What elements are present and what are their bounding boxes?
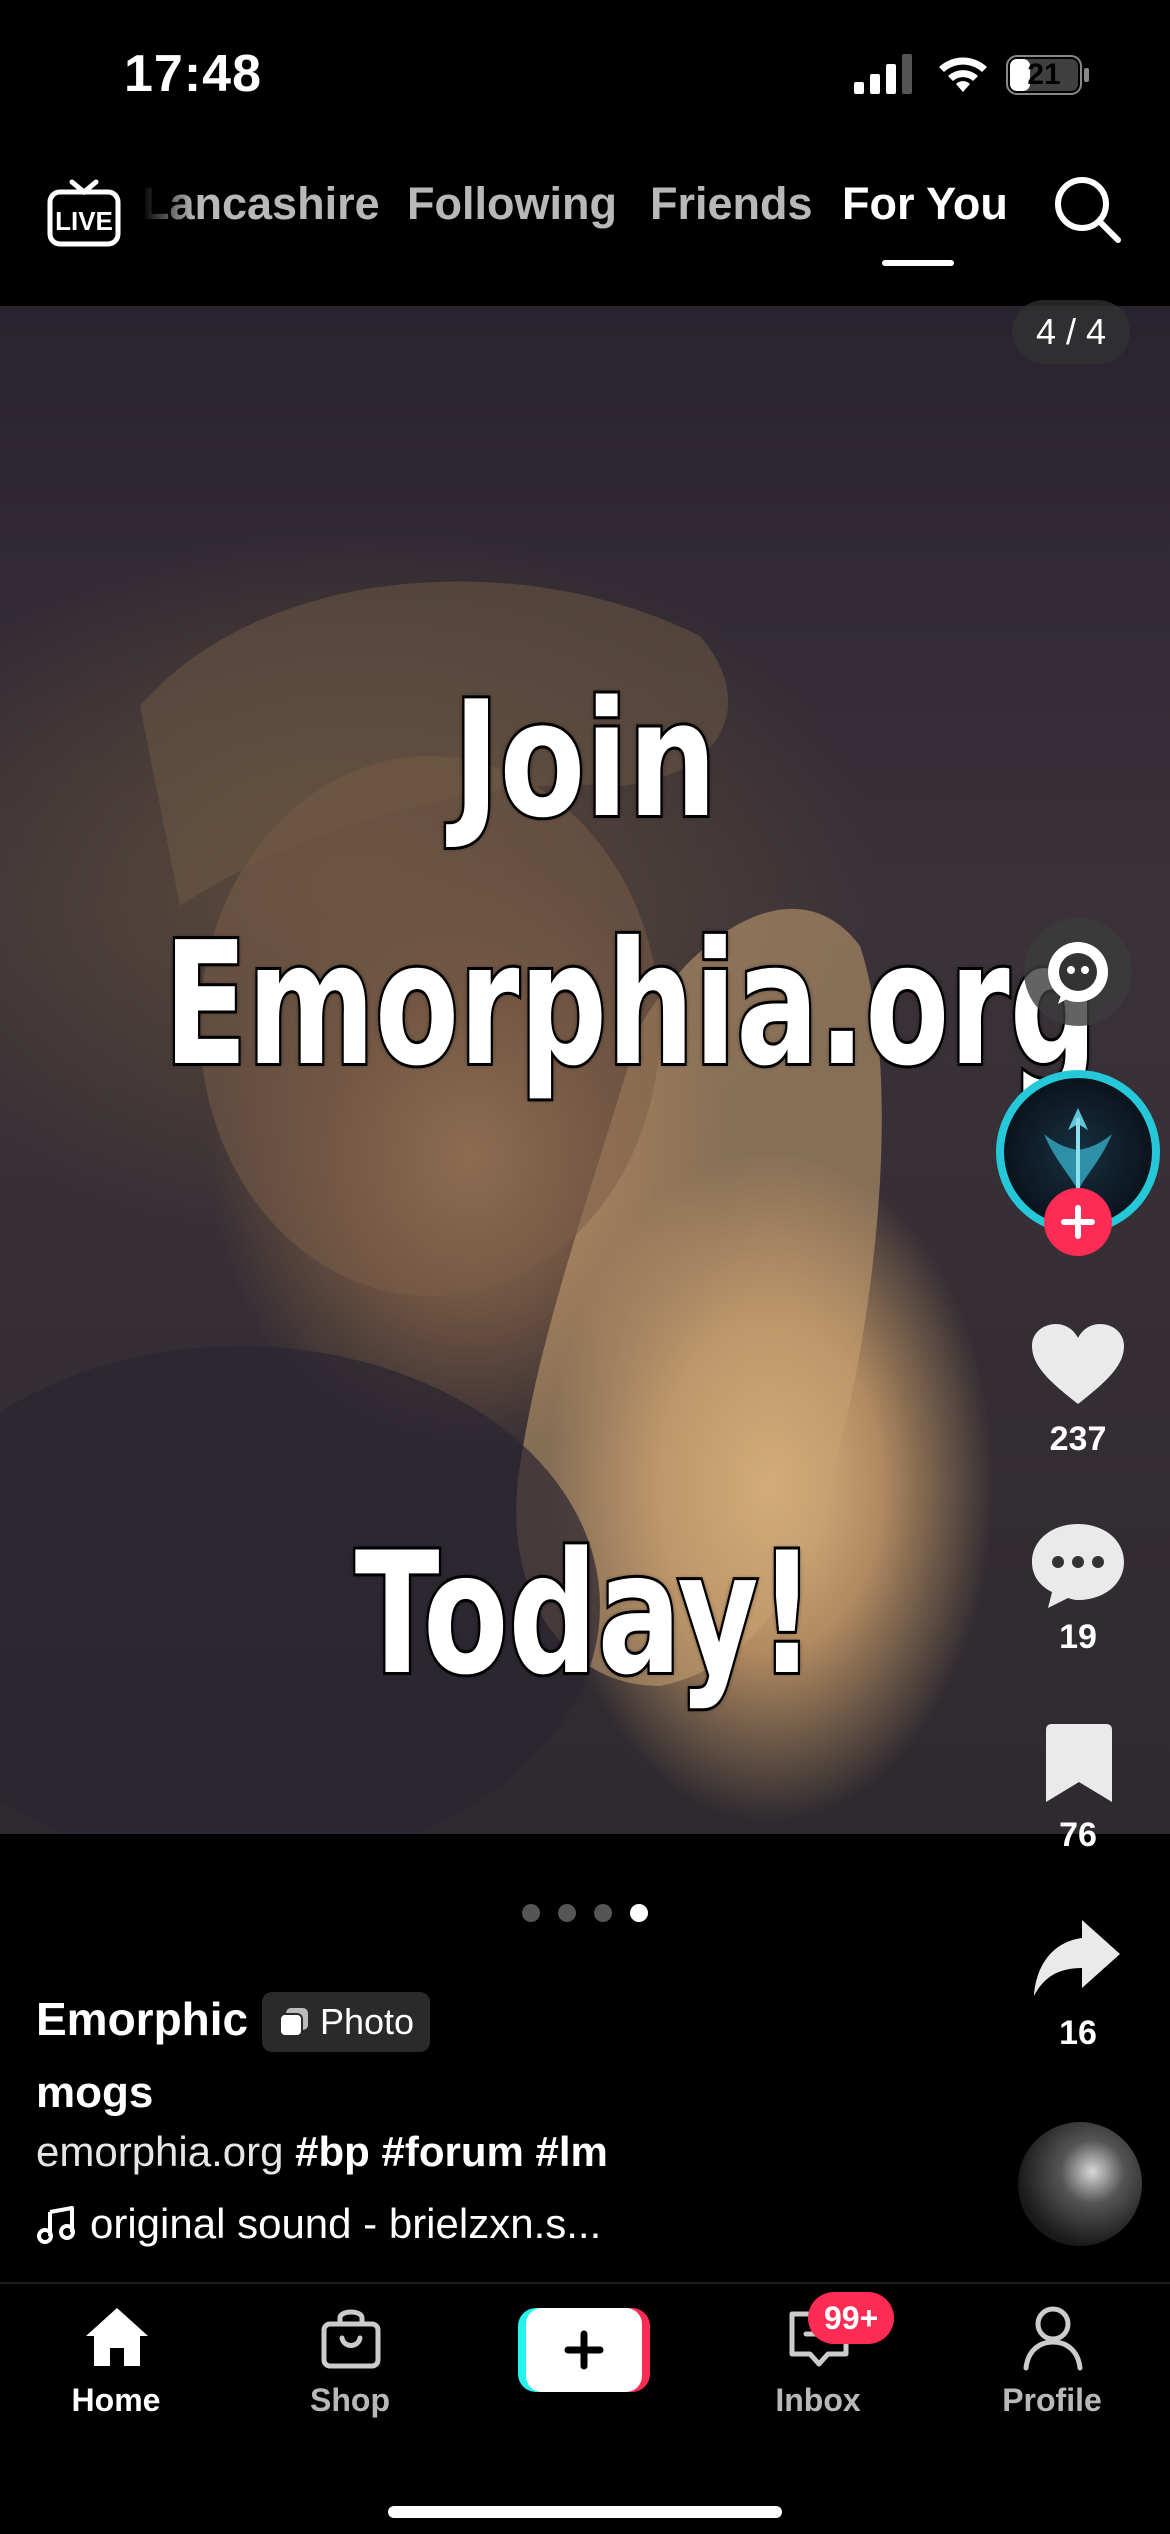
nav-home-label: Home bbox=[71, 2382, 161, 2418]
post-title: mogs bbox=[36, 2068, 154, 2117]
photo-badge: Photo bbox=[262, 1992, 431, 2052]
hashtags[interactable]: #bp #forum #lm bbox=[295, 2128, 608, 2175]
photo-post-image[interactable]: Join Emorphia.org Today! bbox=[0, 306, 1170, 1834]
overlay-text-line-1: Join bbox=[451, 663, 719, 856]
overlay-text-line-3: Today! bbox=[353, 1513, 818, 1715]
tab-following[interactable]: Following bbox=[407, 178, 617, 230]
carousel-dots bbox=[520, 1904, 650, 1924]
battery-icon: 21 bbox=[1006, 55, 1092, 95]
music-disc-avatar[interactable] bbox=[1018, 2122, 1142, 2246]
battery-level: 21 bbox=[1027, 58, 1061, 91]
nav-shop-label: Shop bbox=[310, 2382, 390, 2418]
share-count: 16 bbox=[1059, 2014, 1097, 2052]
cellular-signal-icon bbox=[854, 54, 912, 94]
inbox-badge: 99+ bbox=[808, 2292, 895, 2344]
tab-label: Lancashire bbox=[142, 178, 380, 229]
comment-count: 19 bbox=[1059, 1618, 1097, 1656]
music-note-icon bbox=[37, 2206, 75, 2244]
share-icon[interactable] bbox=[1032, 1916, 1122, 2000]
plus-icon bbox=[1061, 1205, 1095, 1239]
bookmark-icon[interactable] bbox=[1044, 1722, 1114, 1804]
search-icon[interactable] bbox=[1048, 170, 1126, 248]
create-button[interactable] bbox=[518, 2308, 650, 2392]
ai-assistant-button[interactable] bbox=[1024, 918, 1132, 1026]
live-icon[interactable]: LIVE bbox=[46, 172, 122, 248]
carousel-dot-active bbox=[630, 1904, 648, 1922]
live-icon-label: LIVE bbox=[55, 206, 113, 236]
carousel-dot bbox=[558, 1904, 576, 1922]
like-count: 237 bbox=[1049, 1420, 1107, 1458]
bottom-nav: Home Shop Inbox 99+ Profile bbox=[0, 2282, 1170, 2534]
save-count: 76 bbox=[1059, 1816, 1097, 1854]
home-icon bbox=[86, 2308, 148, 2366]
photo-badge-label: Photo bbox=[320, 2001, 415, 2042]
carousel-dot bbox=[594, 1904, 612, 1922]
photo-counter: 4 / 4 bbox=[1012, 300, 1130, 364]
follow-button[interactable] bbox=[1044, 1188, 1112, 1256]
nav-inbox-label: Inbox bbox=[775, 2382, 861, 2418]
shopping-bag-icon bbox=[321, 2309, 381, 2369]
heart-icon[interactable] bbox=[1030, 1322, 1126, 1408]
nav-home[interactable]: Home bbox=[16, 2284, 216, 2484]
nav-profile-label: Profile bbox=[1002, 2382, 1102, 2418]
sound-name: original sound - brielzxn.s... bbox=[90, 2200, 602, 2247]
status-bar: 17:48 21 bbox=[0, 0, 1170, 150]
author-name[interactable]: Emorphic bbox=[36, 1992, 248, 2046]
photo-stack-icon bbox=[279, 2008, 308, 2037]
wifi-icon bbox=[939, 57, 987, 92]
nav-profile[interactable]: Profile bbox=[952, 2284, 1152, 2484]
active-tab-indicator bbox=[882, 260, 954, 266]
home-indicator bbox=[388, 2506, 782, 2518]
profile-icon bbox=[1023, 2306, 1083, 2371]
ai-face-icon bbox=[1048, 942, 1108, 1004]
tab-lancashire[interactable]: Lancashire bbox=[142, 178, 380, 230]
sound-link[interactable]: original sound - brielzxn.s... bbox=[36, 2200, 601, 2248]
carousel-dot bbox=[522, 1904, 540, 1922]
status-time: 17:48 bbox=[124, 45, 262, 103]
nav-shop[interactable]: Shop bbox=[250, 2284, 450, 2484]
tab-for-you[interactable]: For You bbox=[842, 178, 1008, 230]
tab-friends[interactable]: Friends bbox=[650, 178, 813, 230]
overlay-text-line-2: Emorphia.org bbox=[162, 903, 1100, 1107]
post-description: emorphia.org #bp #forum #lm bbox=[36, 2128, 608, 2176]
description-text: emorphia.org bbox=[36, 2128, 284, 2175]
comment-icon[interactable] bbox=[1030, 1520, 1126, 1610]
